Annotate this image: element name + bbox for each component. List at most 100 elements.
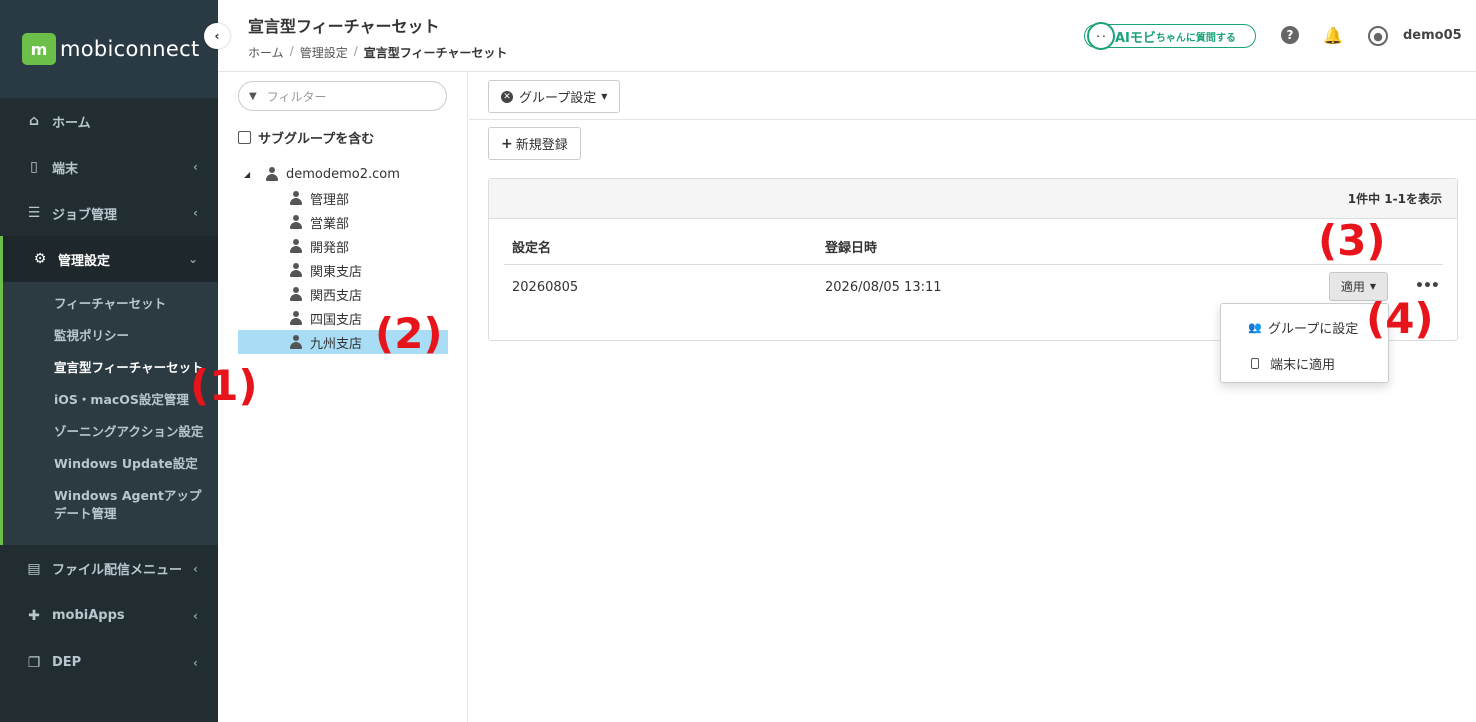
- plus-icon: +: [501, 135, 513, 152]
- person-icon: [290, 263, 302, 277]
- person-icon: [290, 311, 302, 325]
- sidebar: m mobiconnect ‹ ⌂ ホーム ▯ 端末 ‹ ☰ ジョブ管理 ‹ ⚙…: [0, 0, 230, 722]
- person-icon: [290, 335, 302, 349]
- breadcrumb: ホーム / 管理設定 / 宣言型フィーチャーセット: [248, 44, 513, 61]
- sidebar-item-admin-settings[interactable]: ⚙ 管理設定 ⌄: [0, 236, 218, 282]
- tree-node-label: 管理部: [310, 192, 350, 208]
- chevron-left-icon: ‹: [193, 655, 198, 670]
- menu-item-label: 端末に適用: [1270, 357, 1336, 373]
- apply-label: 適用: [1340, 280, 1365, 294]
- new-registration-label: 新規登録: [515, 138, 568, 153]
- sidebar-item-label: ジョブ管理: [52, 207, 118, 223]
- submenu-zoning-action[interactable]: ゾーニングアクション設定: [3, 423, 218, 441]
- sidebar-item-label: 端末: [52, 161, 79, 177]
- tree-node-label: 関東支店: [310, 264, 363, 280]
- tree-node[interactable]: 管理部: [238, 186, 448, 210]
- annotation-4: (4): [1366, 294, 1434, 343]
- tree-node[interactable]: 開発部: [238, 234, 448, 258]
- record-count: 1件中 1-1を表示: [489, 179, 1457, 219]
- group-settings-label: グループ設定: [519, 91, 597, 106]
- close-circle-icon: ✕: [501, 90, 513, 103]
- username[interactable]: demo05: [1403, 28, 1462, 43]
- logo[interactable]: m mobiconnect ‹: [0, 0, 230, 98]
- ai-button-label-rest: に質問する: [1185, 32, 1236, 44]
- tree-root[interactable]: ◢ demodemo2.com: [238, 162, 448, 186]
- breadcrumb-home[interactable]: ホーム: [248, 44, 284, 61]
- group-settings-button[interactable]: ✕ グループ設定 ▼: [488, 80, 621, 113]
- include-subgroups-checkbox[interactable]: [238, 131, 251, 144]
- sidebar-item-home[interactable]: ⌂ ホーム: [0, 98, 218, 144]
- submenu-monitoring-policy[interactable]: 監視ポリシー: [3, 327, 218, 345]
- sidebar-item-dep[interactable]: ❐ DEP ‹: [0, 639, 218, 686]
- top-header: 宣言型フィーチャーセット ホーム / 管理設定 / 宣言型フィーチャーセット ·…: [218, 0, 1476, 72]
- tree-node-label: demodemo2.com: [286, 166, 400, 182]
- column-header-name[interactable]: 設定名: [512, 237, 551, 256]
- include-subgroups-label: サブグループを含む: [258, 132, 375, 147]
- include-subgroups[interactable]: サブグループを含む: [238, 128, 374, 147]
- person-icon: [290, 215, 302, 229]
- bell-icon[interactable]: 🔔: [1323, 26, 1343, 45]
- copy-icon: ❐: [27, 654, 41, 671]
- cell-setting-name: 20260805: [512, 280, 579, 295]
- help-icon[interactable]: ?: [1281, 26, 1299, 44]
- filter-placeholder: フィルター: [266, 89, 327, 104]
- filter-input[interactable]: ▼ フィルター: [238, 81, 447, 111]
- puzzle-icon: ✚: [28, 607, 40, 624]
- job-icon: ☰: [27, 205, 41, 221]
- menu-item-apply-to-device[interactable]: 端末に適用: [1221, 345, 1388, 381]
- tree-node-label: 開発部: [310, 240, 350, 256]
- submenu-windows-update[interactable]: Windows Update設定: [3, 455, 218, 473]
- sidebar-item-label: DEP: [52, 655, 82, 670]
- chevron-left-icon: ‹: [193, 561, 198, 576]
- submenu-feature-set[interactable]: フィーチャーセット: [3, 295, 218, 313]
- logo-mark: m: [22, 33, 56, 65]
- menu-item-set-to-group[interactable]: 👥 グループに設定: [1221, 309, 1388, 345]
- chevron-left-icon: ‹: [193, 206, 198, 220]
- tree-node-label: 営業部: [310, 216, 350, 232]
- annotation-1: (1): [190, 361, 258, 410]
- robot-icon: · ·: [1087, 22, 1115, 50]
- ai-assistant-button[interactable]: · · AIモビ ちゃん に質問する: [1084, 22, 1256, 50]
- sidebar-item-mobiapps[interactable]: ✚ mobiApps ‹: [0, 592, 218, 639]
- chevron-left-icon: ‹: [193, 608, 198, 623]
- person-icon: [290, 239, 302, 253]
- submenu-ios-macos-settings[interactable]: iOS・macOS設定管理: [3, 391, 218, 409]
- new-registration-button[interactable]: + 新規登録: [488, 127, 581, 160]
- tree-toggle-icon[interactable]: ◢: [244, 170, 256, 179]
- sidebar-item-label: ファイル配信メニュー: [52, 563, 183, 578]
- tree-node[interactable]: 関東支店: [238, 258, 448, 282]
- sidebar-item-jobs[interactable]: ☰ ジョブ管理 ‹: [0, 190, 218, 236]
- sidebar-item-label: ホーム: [52, 115, 91, 131]
- caret-down-icon: ▼: [601, 92, 608, 101]
- user-avatar-icon[interactable]: ●: [1368, 26, 1388, 46]
- chevron-left-icon[interactable]: ‹: [204, 23, 230, 49]
- submenu-declarative-feature-set[interactable]: 宣言型フィーチャーセット: [3, 359, 218, 377]
- annotation-2: (2): [375, 309, 443, 358]
- sidebar-submenu: フィーチャーセット 監視ポリシー 宣言型フィーチャーセット iOS・macOS設…: [0, 282, 218, 545]
- person-icon: [290, 287, 302, 301]
- sidebar-item-label: mobiApps: [52, 608, 125, 623]
- users-icon: 👥: [1248, 320, 1262, 334]
- submenu-windows-agent-update[interactable]: Windows Agentアップデート管理: [3, 487, 218, 523]
- logo-text: mobiconnect: [60, 37, 200, 61]
- column-header-date[interactable]: 登録日時: [825, 237, 877, 256]
- chevron-left-icon: ‹: [193, 160, 198, 174]
- gears-icon: ⚙: [33, 251, 47, 267]
- chevron-down-icon: ⌄: [187, 252, 198, 266]
- tree-node-label: 九州支店: [310, 336, 363, 352]
- breadcrumb-current: 宣言型フィーチャーセット: [363, 46, 508, 60]
- annotation-3: (3): [1318, 216, 1386, 265]
- tree-node-label: 四国支店: [310, 312, 363, 328]
- apply-dropdown-menu: 👥 グループに設定 端末に適用: [1220, 303, 1389, 383]
- sidebar-item-label: 管理設定: [58, 253, 111, 269]
- more-options-icon[interactable]: •••: [1415, 278, 1440, 294]
- sidebar-item-file-delivery[interactable]: ▤ ファイル配信メニュー ‹: [0, 545, 218, 592]
- breadcrumb-separator: /: [353, 44, 358, 58]
- caret-down-icon: ▼: [1369, 282, 1377, 291]
- ai-button-label-small: ちゃん: [1155, 32, 1186, 44]
- tree-node[interactable]: 関西支店: [238, 282, 448, 306]
- tree-node[interactable]: 営業部: [238, 210, 448, 234]
- cell-registered-date: 2026/08/05 13:11: [825, 280, 942, 295]
- sidebar-item-device[interactable]: ▯ 端末 ‹: [0, 144, 218, 190]
- breadcrumb-admin-settings[interactable]: 管理設定: [300, 44, 348, 61]
